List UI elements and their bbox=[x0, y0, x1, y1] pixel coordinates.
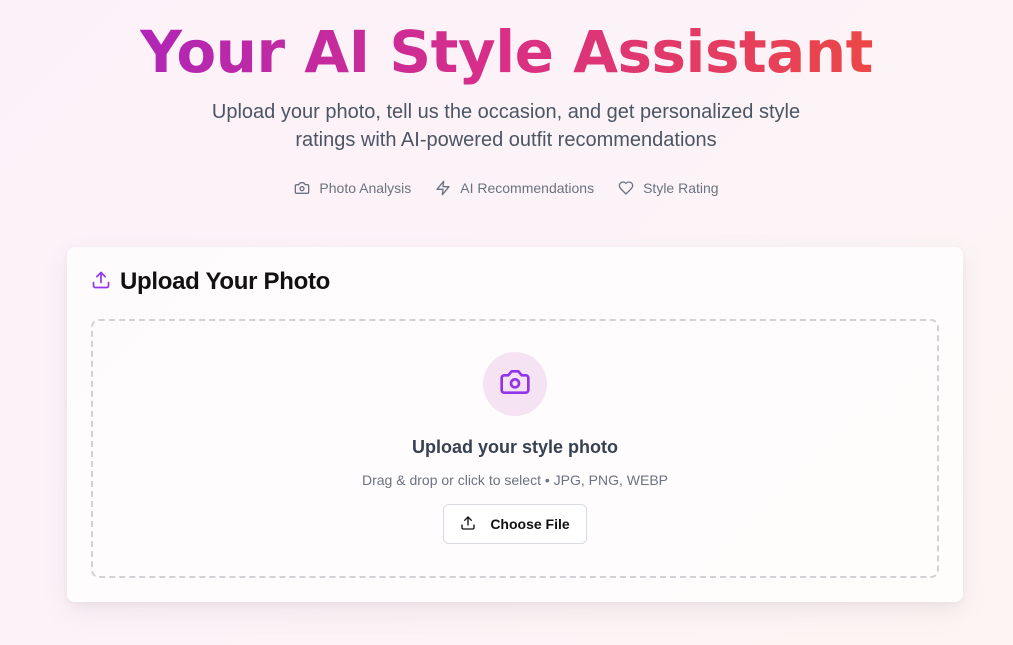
feature-style-rating: Style Rating bbox=[618, 178, 719, 198]
lightning-icon bbox=[435, 180, 451, 196]
page-subtitle: Upload your photo, tell us the occasion,… bbox=[211, 101, 801, 151]
choose-file-label: Choose File bbox=[490, 516, 570, 532]
dropzone-hint: Drag & drop or click to select • JPG, PN… bbox=[362, 472, 668, 488]
feature-label: Photo Analysis bbox=[319, 180, 412, 196]
upload-card: Upload Your Photo Upload your style phot… bbox=[67, 247, 963, 602]
upload-icon bbox=[91, 270, 111, 295]
feature-photo-analysis: Photo Analysis bbox=[294, 178, 411, 198]
dropzone-title: Upload your style photo bbox=[411, 437, 618, 457]
feature-list: Photo Analysis AI Recommendations Style … bbox=[0, 178, 1013, 198]
heart-icon bbox=[618, 180, 634, 196]
feature-label: AI Recommendations bbox=[460, 180, 595, 196]
feature-ai-recommendations: AI Recommendations bbox=[435, 178, 594, 198]
page-title: Your AI Style Assistant bbox=[140, 18, 873, 86]
upload-icon bbox=[460, 515, 476, 534]
choose-file-button[interactable]: Choose File bbox=[443, 504, 587, 544]
camera-icon-badge bbox=[483, 352, 547, 416]
camera-icon bbox=[499, 366, 531, 403]
upload-card-title: Upload Your Photo bbox=[120, 268, 330, 295]
feature-label: Style Rating bbox=[643, 180, 719, 196]
upload-card-header: Upload Your Photo bbox=[91, 268, 330, 296]
photo-dropzone[interactable]: Upload your style photo Drag & drop or c… bbox=[91, 319, 939, 578]
camera-icon bbox=[294, 180, 310, 196]
